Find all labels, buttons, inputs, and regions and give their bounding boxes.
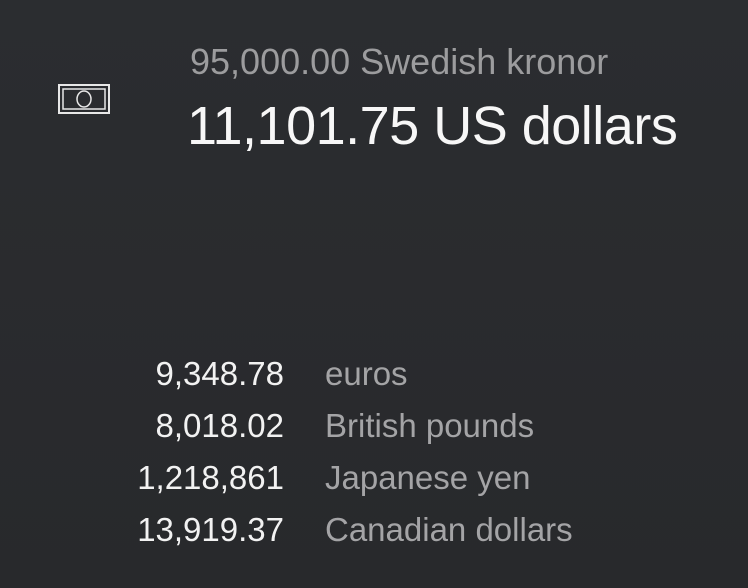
banknote-icon [58, 84, 110, 114]
conversion-amount: 8,018.02 [155, 407, 284, 444]
conversion-amount: 13,919.37 [137, 511, 284, 548]
source-amount: 95,000.00 Swedish kronor [190, 41, 609, 82]
conversion-amount: 1,218,861 [137, 459, 284, 496]
currency-name: Canadian dollars [325, 511, 573, 548]
conversion-amount: 9,348.78 [155, 355, 284, 392]
currency-name: euros [325, 355, 408, 392]
currency-name: British pounds [325, 407, 535, 444]
currency-name: Japanese yen [325, 459, 531, 496]
conversion-row-eur[interactable]: 9,348.78 euros [100, 348, 700, 400]
currency-conversion-panel: 95,000.00 Swedish kronor 11,101.75 US do… [0, 0, 748, 588]
conversion-row-jpy[interactable]: 1,218,861 Japanese yen [100, 452, 700, 504]
converted-amount[interactable]: 11,101.75 US dollars [187, 95, 678, 157]
conversion-row-cad[interactable]: 13,919.37 Canadian dollars [100, 504, 700, 556]
other-conversions-list: 9,348.78 euros 8,018.02 British pounds 1… [100, 348, 700, 556]
conversion-row-gbp[interactable]: 8,018.02 British pounds [100, 400, 700, 452]
